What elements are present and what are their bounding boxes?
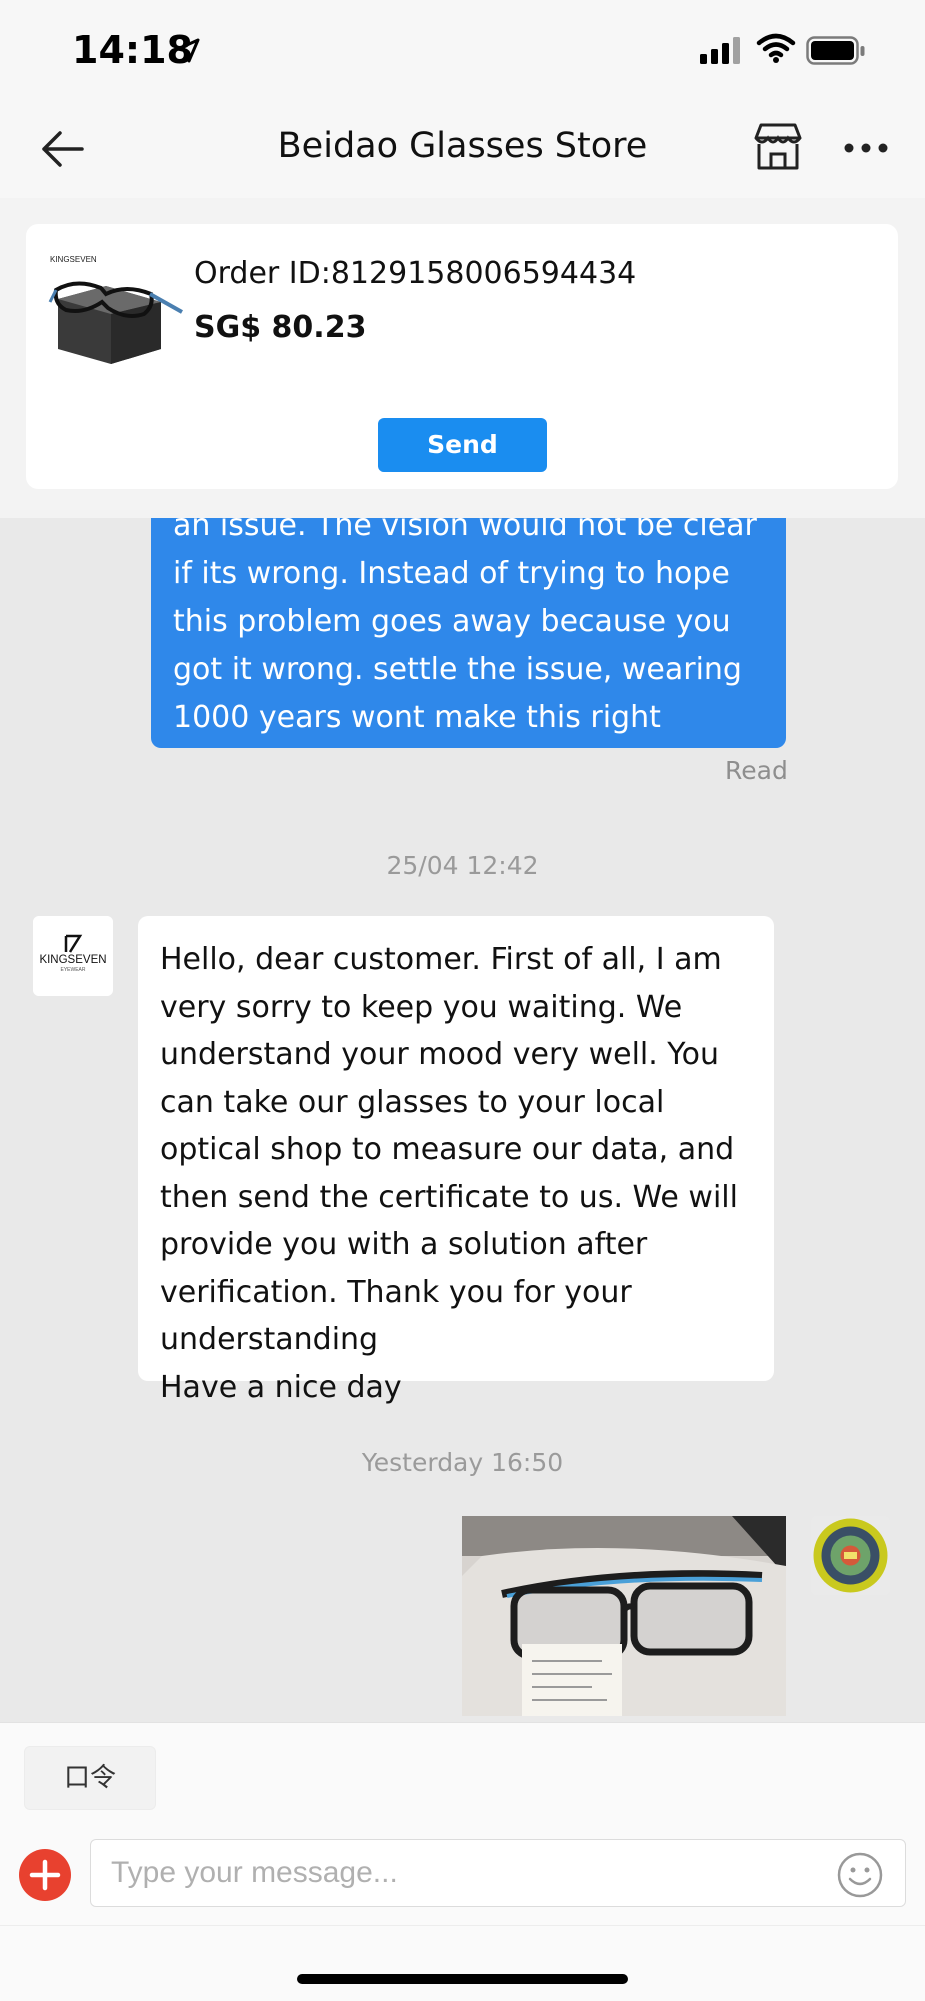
order-price: SG$ 80.23 bbox=[194, 310, 367, 345]
status-bar: 14:18 bbox=[0, 0, 925, 100]
composer-area: 口令 bbox=[0, 1722, 925, 2001]
battery-icon bbox=[806, 36, 865, 65]
incoming-message-text: Hello, dear customer. First of all, I am… bbox=[160, 942, 738, 1405]
add-attachment-icon[interactable] bbox=[18, 1848, 72, 1902]
divider bbox=[0, 1925, 925, 1926]
command-button[interactable]: 口令 bbox=[24, 1746, 156, 1810]
home-indicator[interactable] bbox=[297, 1974, 628, 1984]
store-avatar[interactable]: KINGSEVEN EYEWEAR bbox=[33, 916, 113, 996]
location-arrow-icon bbox=[176, 38, 200, 63]
chat-header: Beidao Glasses Store bbox=[0, 100, 925, 198]
store-avatar-brand: KINGSEVEN bbox=[39, 954, 106, 966]
wifi-icon bbox=[756, 33, 796, 63]
emoji-icon[interactable] bbox=[836, 1851, 884, 1899]
chat-messages[interactable]: an issue. The vision would not be clear … bbox=[0, 518, 925, 1722]
message-input[interactable] bbox=[90, 1839, 906, 1907]
read-receipt: Read bbox=[725, 756, 788, 785]
order-card[interactable]: KINGSEVEN Order ID:8129158006594434 SG$ … bbox=[26, 224, 898, 489]
cellular-signal-icon bbox=[700, 37, 740, 64]
outgoing-message-bubble: an issue. The vision would not be clear … bbox=[151, 518, 786, 748]
status-time: 14:18 bbox=[72, 28, 193, 72]
order-banner: KINGSEVEN Order ID:8129158006594434 SG$ … bbox=[0, 198, 925, 518]
incoming-message-bubble: Hello, dear customer. First of all, I am… bbox=[138, 916, 774, 1405]
product-thumbnail: KINGSEVEN bbox=[48, 255, 183, 364]
user-avatar[interactable] bbox=[811, 1516, 890, 1595]
product-brand-label: KINGSEVEN bbox=[50, 255, 97, 264]
message-timestamp: Yesterday 16:50 bbox=[361, 1448, 564, 1477]
glasses-photo-message[interactable] bbox=[462, 1516, 786, 1716]
store-avatar-sub: EYEWEAR bbox=[60, 967, 85, 973]
more-options-icon[interactable] bbox=[842, 140, 890, 156]
outgoing-message-text: an issue. The vision would not be clear … bbox=[173, 518, 757, 735]
send-order-button[interactable]: Send bbox=[378, 418, 547, 472]
order-id: Order ID:8129158006594434 bbox=[194, 256, 637, 291]
message-timestamp: 25/04 12:42 bbox=[386, 851, 539, 880]
store-icon[interactable] bbox=[752, 120, 804, 172]
